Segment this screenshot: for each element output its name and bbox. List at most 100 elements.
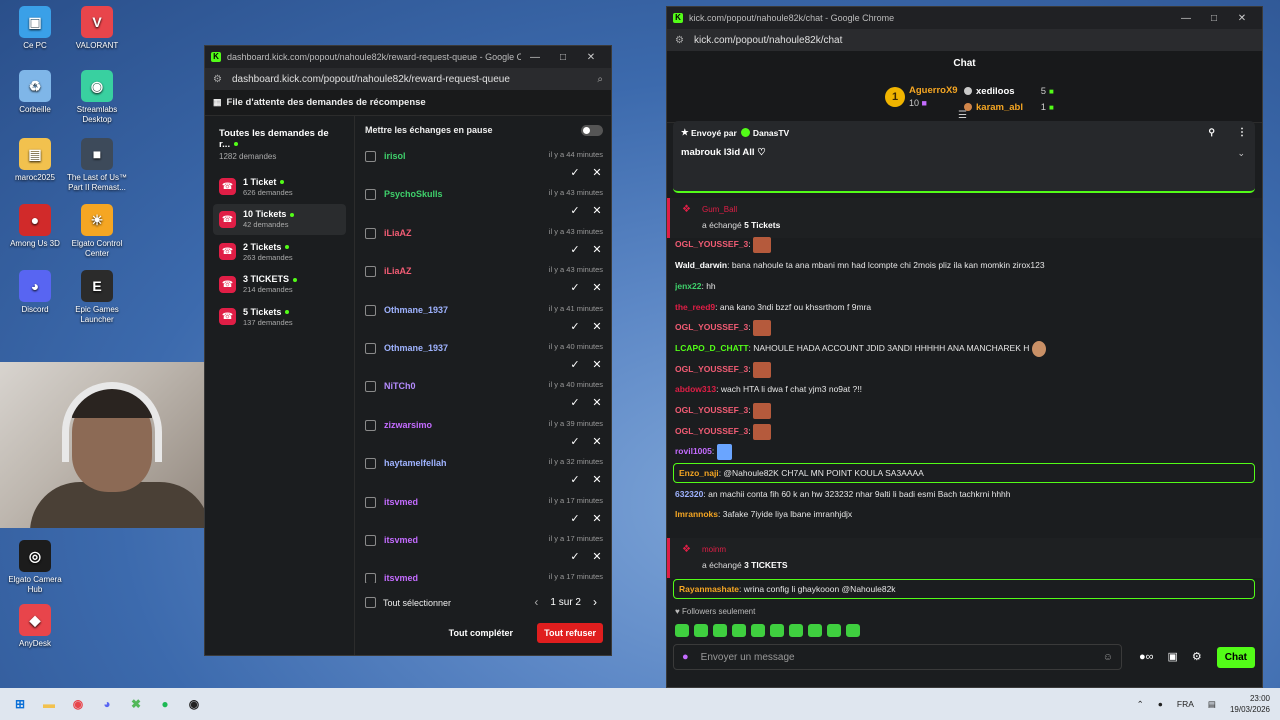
zoom-icon[interactable]: ⌕	[597, 74, 603, 85]
close-icon[interactable]: ✕	[1228, 13, 1256, 24]
maximize-icon[interactable]: □	[1200, 13, 1228, 24]
request-checkbox[interactable]	[365, 304, 376, 316]
emote[interactable]	[789, 624, 803, 637]
request-checkbox[interactable]	[365, 534, 376, 546]
sidebar-item-reward[interactable]: ☎ 1 Ticket 626 demandes	[213, 171, 346, 202]
next-page-icon[interactable]: ›	[593, 595, 597, 609]
taskbar-app-icon[interactable]: ▬	[40, 695, 58, 713]
accept-check-icon[interactable]: ✓	[569, 473, 581, 486]
pause-toggle[interactable]	[581, 124, 603, 136]
request-username[interactable]: itsvmed	[384, 573, 418, 583]
sidebar-item-reward[interactable]: ☎ 5 Tickets 137 demandes	[213, 301, 346, 332]
start-menu-icon[interactable]: ⊞	[11, 695, 29, 713]
chat-message[interactable]: the_reed9: ana kano 3ndi bzzf ou khssrth…	[675, 298, 1254, 316]
taskbar-app-icon[interactable]: ◉	[69, 695, 87, 713]
request-username[interactable]: zizwarsimo	[384, 420, 432, 430]
emote[interactable]	[713, 624, 727, 637]
chat-input[interactable]: ● Envoyer un message ☺	[673, 644, 1122, 670]
desktop-icon[interactable]: ☀ Elgato Control Center	[62, 204, 132, 259]
reject-x-icon[interactable]: ✕	[591, 358, 603, 371]
chat-message[interactable]: jenx22: hh	[675, 277, 1254, 295]
chat-username[interactable]: Enzo_naji	[679, 468, 719, 478]
emote[interactable]	[732, 624, 746, 637]
accept-check-icon[interactable]: ✓	[569, 281, 581, 294]
request-checkbox[interactable]	[365, 496, 376, 508]
chat-window-titlebar[interactable]: K kick.com/popout/nahoule82k/chat - Goog…	[667, 7, 1262, 29]
url-text[interactable]: kick.com/popout/nahoule82k/chat	[694, 35, 1254, 46]
unpin-icon[interactable]: ⚲	[1208, 127, 1215, 138]
language-indicator[interactable]: FRA	[1177, 699, 1194, 709]
chat-message[interactable]: LCAPO_D_CHATT: NAHOULE HADA ACCOUNT JDID…	[675, 339, 1254, 357]
reject-x-icon[interactable]: ✕	[591, 512, 603, 525]
refuse-all-button[interactable]: Tout refuser	[537, 623, 603, 643]
reject-x-icon[interactable]: ✕	[591, 281, 603, 294]
minimize-icon[interactable]: —	[1172, 13, 1200, 24]
request-username[interactable]: itsvmed	[384, 535, 418, 545]
address-bar[interactable]: ⚙ kick.com/popout/nahoule82k/chat	[667, 29, 1262, 51]
chat-message[interactable]: Rayanmashate: wrina config li ghaykooon …	[673, 579, 1255, 599]
chat-message[interactable]: abdow313: wach HTA li dwa f chat yjm3 no…	[675, 380, 1254, 398]
emote[interactable]	[751, 624, 765, 637]
emote[interactable]	[675, 624, 689, 637]
pinned-message[interactable]: ★ Envoyé par DanasTV ⚲ ⋮ mabrouk l3id Al…	[673, 121, 1255, 193]
reject-x-icon[interactable]: ✕	[591, 166, 603, 179]
chat-message[interactable]: Enzo_naji: @Nahoule82K CH7AL MN POINT KO…	[673, 463, 1255, 483]
chat-username[interactable]: Imrannoks	[675, 509, 718, 519]
chat-username[interactable]: LCAPO_D_CHATT	[675, 343, 749, 353]
chat-username[interactable]: Wald_darwin	[675, 260, 727, 270]
desktop-icon[interactable]: ■ The Last of Us™ Part II Remast...	[62, 138, 132, 193]
site-settings-icon[interactable]: ⚙	[675, 35, 684, 46]
taskbar-app-icon[interactable]: ✖	[127, 695, 145, 713]
request-username[interactable]: irisol	[384, 151, 406, 161]
select-all[interactable]: Tout sélectionner	[365, 597, 451, 608]
redeem-user[interactable]: moinm	[702, 545, 726, 554]
request-username[interactable]: Othmane_1937	[384, 305, 448, 315]
taskbar-app-icon[interactable]: ◕	[98, 695, 116, 713]
request-checkbox[interactable]	[365, 342, 376, 354]
taskbar-app-icon[interactable]: ◉	[185, 695, 203, 713]
reject-x-icon[interactable]: ✕	[591, 550, 603, 563]
chat-username[interactable]: abdow313	[675, 384, 716, 394]
reward-window-titlebar[interactable]: K dashboard.kick.com/popout/nahoule82k/r…	[205, 46, 611, 68]
request-checkbox[interactable]	[365, 458, 376, 470]
accept-check-icon[interactable]: ✓	[569, 396, 581, 409]
chat-message[interactable]: OGL_YOUSSEF_3:	[675, 360, 1254, 378]
site-settings-icon[interactable]: ⚙	[213, 74, 222, 85]
close-icon[interactable]: ✕	[577, 52, 605, 63]
accept-check-icon[interactable]: ✓	[569, 550, 581, 563]
request-checkbox[interactable]	[365, 151, 376, 162]
redeem-user[interactable]: Gum_Ball	[702, 205, 737, 214]
reject-x-icon[interactable]: ✕	[591, 473, 603, 486]
reject-x-icon[interactable]: ✕	[591, 396, 603, 409]
accept-check-icon[interactable]: ✓	[569, 358, 581, 371]
accept-check-icon[interactable]: ✓	[569, 512, 581, 525]
chevron-up-icon[interactable]: ⌃	[1137, 699, 1144, 710]
request-username[interactable]: NiTCh0	[384, 381, 416, 391]
desktop-icon[interactable]: ◎ Elgato Camera Hub	[0, 540, 70, 595]
settings-gear-icon[interactable]: ⚙	[1192, 650, 1202, 663]
request-username[interactable]: iLiaAZ	[384, 228, 412, 238]
chat-username[interactable]: OGL_YOUSSEF_3	[675, 322, 748, 332]
chat-message[interactable]: OGL_YOUSSEF_3:	[675, 401, 1254, 419]
sidebar-item-all-rewards[interactable]: Toutes les demandes de r... 1282 demande…	[213, 124, 346, 165]
leaderboard-entry[interactable]: xediloos 5 ■	[964, 83, 1054, 99]
request-checkbox[interactable]	[365, 227, 376, 239]
emote[interactable]	[694, 624, 708, 637]
maximize-icon[interactable]: □	[549, 52, 577, 63]
request-username[interactable]: PsychoSkulls	[384, 189, 443, 199]
chat-username[interactable]: OGL_YOUSSEF_3	[675, 364, 748, 374]
request-username[interactable]: itsvmed	[384, 497, 418, 507]
chat-username[interactable]: rovil1005	[675, 446, 712, 456]
request-username[interactable]: iLiaAZ	[384, 266, 412, 276]
taskbar-app-icon[interactable]: ●	[156, 695, 174, 713]
reject-x-icon[interactable]: ✕	[591, 204, 603, 217]
emote[interactable]	[808, 624, 822, 637]
chat-message[interactable]: OGL_YOUSSEF_3:	[675, 235, 1254, 253]
chat-message[interactable]: 632320: an machii conta fih 60 k an hw 3…	[675, 485, 1254, 503]
url-text[interactable]: dashboard.kick.com/popout/nahoule82k/rew…	[232, 74, 597, 85]
chat-username[interactable]: the_reed9	[675, 302, 715, 312]
request-username[interactable]: haytamelfellah	[384, 458, 447, 468]
accept-check-icon[interactable]: ✓	[569, 243, 581, 256]
microphone-icon[interactable]: ●	[682, 651, 689, 663]
sidebar-item-reward[interactable]: ☎ 10 Tickets 42 demandes	[213, 203, 346, 235]
